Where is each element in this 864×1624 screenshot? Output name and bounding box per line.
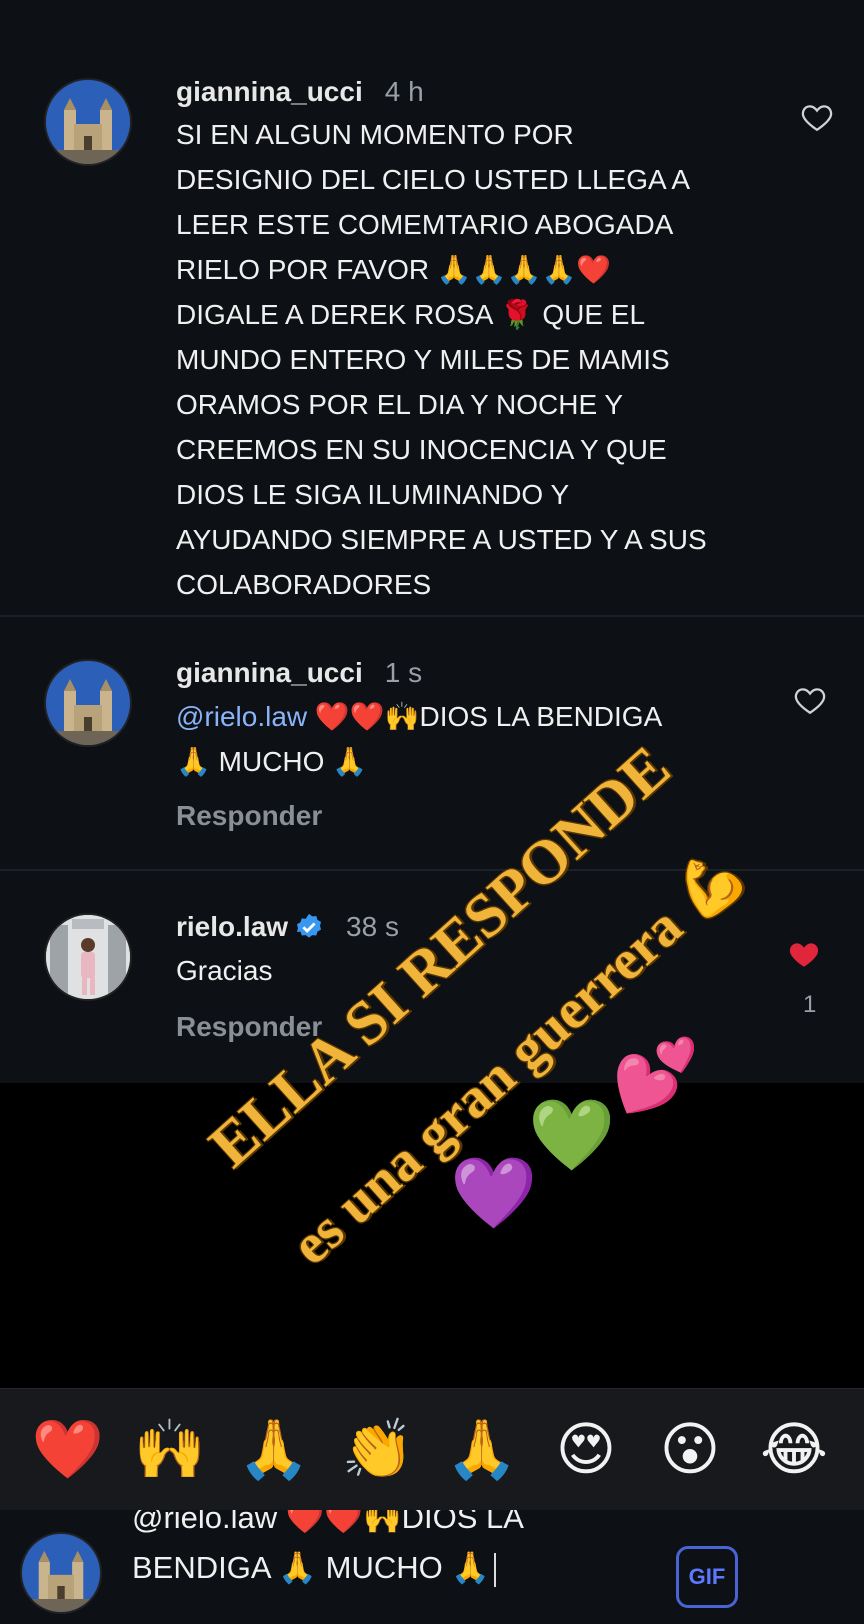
reaction-raised-hands[interactable]: 🙌 <box>130 1417 210 1483</box>
comment-timestamp: 1 s <box>384 657 423 688</box>
purple-heart-emoji: 💜 <box>450 1154 538 1232</box>
reaction-praying-hands[interactable]: 🙏 <box>442 1417 522 1483</box>
green-heart-emoji: 💚 <box>528 1096 616 1174</box>
reaction-heart-eyes[interactable]: 😍 <box>546 1417 626 1483</box>
comment-username[interactable]: giannina_ucci 1 s <box>176 657 422 689</box>
comment-input-field[interactable]: @rielo.law ❤️❤️🙌DIOS LA BENDIGA 🙏 MUCHO … <box>132 1510 652 1624</box>
text-caret <box>493 1552 496 1587</box>
like-count: 1 <box>803 991 817 1018</box>
comment-username[interactable]: rielo.law 38 s <box>176 911 399 943</box>
comment-timestamp: 4 h <box>384 76 424 107</box>
cathedral-avatar-image <box>22 1534 100 1612</box>
reaction-praying-hands[interactable]: 🙏 <box>234 1417 314 1483</box>
quick-reaction-bar: ❤️ 🙌 🙏 👏 🙏 😍 😮 😂 <box>0 1388 864 1511</box>
heart-outline-icon[interactable] <box>793 683 827 717</box>
cathedral-avatar-image <box>46 661 130 745</box>
heart-outline-icon[interactable] <box>800 100 834 134</box>
reaction-heart[interactable]: ❤️ <box>28 1417 108 1483</box>
mention-link[interactable]: @rielo.law <box>176 701 307 732</box>
comment-timestamp: 38 s <box>346 911 399 942</box>
avatar[interactable] <box>44 913 132 1001</box>
comment-text: SI EN ALGUN MOMENTO POR DESIGNIO DEL CIE… <box>176 119 707 600</box>
verified-badge-icon <box>297 913 322 938</box>
reaction-clapping-hands[interactable]: 👏 <box>338 1417 418 1483</box>
reply-button[interactable]: Responder <box>176 800 322 832</box>
current-user-avatar <box>20 1532 102 1614</box>
comment-item: giannina_ucci 4 h SI EN ALGUN MOMENTO POR… <box>0 0 864 615</box>
avatar[interactable] <box>44 78 132 166</box>
comment-username[interactable]: giannina_ucci 4 h <box>176 76 424 108</box>
comment-item: giannina_ucci 1 s @rielo.law ❤️❤️🙌DIOS LA… <box>0 617 864 869</box>
reaction-surprised-face[interactable]: 😮 <box>650 1417 730 1483</box>
input-text-line: BENDIGA 🙏 MUCHO 🙏 <box>132 1546 496 1589</box>
pink-hearts-emoji: 💕 <box>612 1036 700 1114</box>
avatar[interactable] <box>44 659 132 747</box>
gif-button[interactable]: GIF <box>676 1546 738 1608</box>
profile-photo-image <box>46 915 130 999</box>
comment-text: @rielo.law ❤️❤️🙌DIOS LA BENDIGA 🙏 MUCHO … <box>176 701 663 777</box>
input-text-line: @rielo.law ❤️❤️🙌DIOS LA <box>132 1510 524 1535</box>
cathedral-avatar-image <box>46 80 130 164</box>
heart-filled-icon[interactable] <box>787 937 821 971</box>
reaction-laughing-face[interactable]: 😂 <box>754 1417 834 1483</box>
